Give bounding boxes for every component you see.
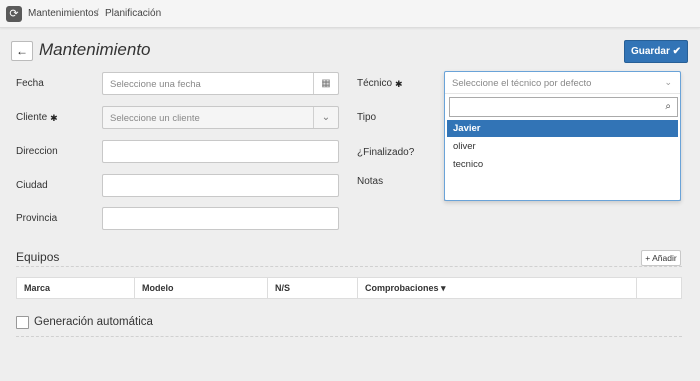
notas-label: Notas — [357, 176, 384, 187]
provincia-input[interactable] — [102, 207, 339, 230]
auto-generation-checkbox[interactable] — [16, 316, 29, 329]
fecha-label: Fecha — [16, 78, 44, 89]
breadcrumb-home[interactable]: Mantenimientos — [28, 8, 99, 19]
cliente-placeholder: Seleccione un cliente — [110, 113, 200, 124]
ciudad-label: Ciudad — [16, 180, 48, 191]
tecnico-option[interactable]: oliver — [447, 138, 678, 155]
divider — [16, 266, 682, 267]
finalizado-label: ¿Finalizado? — [357, 147, 415, 158]
tecnico-label: Técnico ✱ — [357, 78, 404, 89]
tipo-label: Tipo — [357, 112, 377, 123]
equipos-title: Equipos — [16, 250, 60, 264]
divider — [16, 336, 682, 337]
page-title: Mantenimiento — [39, 40, 151, 59]
chevron-down-icon[interactable]: ⌄ — [313, 107, 338, 128]
column-header-comprobaciones[interactable]: Comprobaciones ▾ — [358, 278, 637, 298]
column-header-ns[interactable]: N/S — [268, 278, 358, 298]
fecha-input[interactable]: Seleccione una fecha ▦ — [102, 72, 339, 95]
refresh-icon[interactable]: ⟳ — [6, 6, 22, 22]
tecnico-label-text: Técnico — [357, 78, 393, 89]
tecnico-placeholder: Seleccione el técnico por defecto — [452, 78, 592, 89]
arrow-left-icon: ← — [16, 44, 28, 58]
back-button[interactable]: ← — [11, 41, 33, 61]
chevron-down-icon[interactable]: ⌄ — [664, 77, 672, 88]
add-equipo-button[interactable]: + Añadir — [641, 250, 681, 266]
top-bar: ⟳ Mantenimientos / Planificación — [0, 0, 700, 28]
search-icon: ⌕ — [665, 101, 671, 112]
ciudad-input[interactable] — [102, 174, 339, 197]
provincia-label: Provincia — [16, 213, 58, 224]
column-header-modelo[interactable]: Modelo — [135, 278, 268, 298]
column-header-actions — [637, 278, 681, 298]
direccion-label: Direccion — [16, 146, 58, 157]
save-button[interactable]: Guardar ✔ — [624, 40, 688, 63]
tecnico-select[interactable]: Seleccione el técnico por defecto ⌄ — [445, 72, 680, 94]
tecnico-option[interactable]: tecnico — [447, 156, 678, 173]
equipos-table: Marca Modelo N/S Comprobaciones ▾ — [16, 277, 682, 299]
gear-icon[interactable]: ✱ — [50, 114, 59, 123]
breadcrumb-current: Planificación — [105, 8, 162, 19]
column-header-marca[interactable]: Marca — [17, 278, 135, 298]
calendar-icon[interactable]: ▦ — [313, 73, 338, 94]
direccion-input[interactable] — [102, 140, 339, 163]
auto-generation-label[interactable]: Generación automática — [34, 316, 153, 328]
cliente-label-text: Cliente — [16, 112, 48, 123]
fecha-placeholder: Seleccione una fecha — [110, 79, 201, 90]
tecnico-select-dropdown[interactable]: Seleccione el técnico por defecto ⌄ ⌕ Ja… — [444, 71, 681, 201]
cliente-label: Cliente ✱ — [16, 112, 59, 123]
tecnico-search-input[interactable]: ⌕ — [449, 97, 678, 117]
gear-icon[interactable]: ✱ — [395, 80, 404, 89]
tecnico-option[interactable]: Javier — [447, 120, 678, 137]
breadcrumb-separator: / — [96, 8, 99, 19]
cliente-select[interactable]: Seleccione un cliente ⌄ — [102, 106, 339, 129]
